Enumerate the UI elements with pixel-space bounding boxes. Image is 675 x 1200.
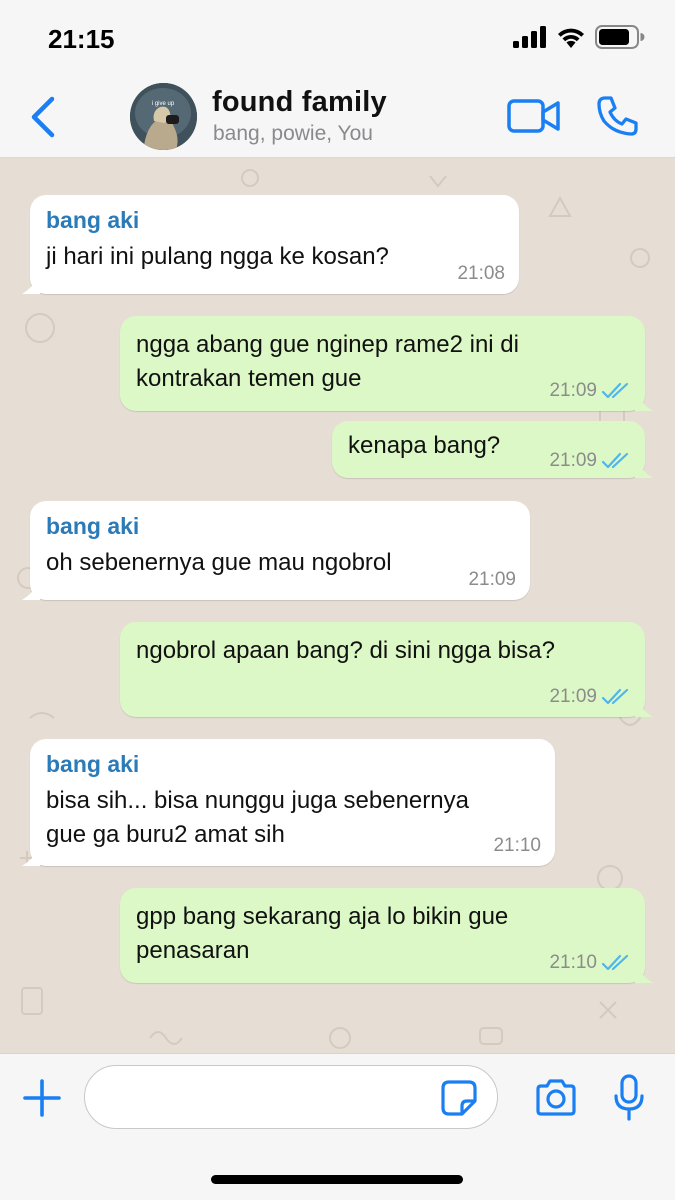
message-outgoing[interactable]: kenapa bang? 21:09 <box>332 421 653 478</box>
bubble-tail <box>635 699 653 717</box>
message-time: 21:09 <box>549 450 597 471</box>
message-meta: 21:09 <box>549 450 631 472</box>
message-meta: 21:08 <box>457 263 505 285</box>
message-text: ngobrol apaan bang? di sini ngga bisa? <box>136 637 556 664</box>
message-time: 21:09 <box>549 380 597 401</box>
message-time: 21:09 <box>468 569 516 590</box>
chat-messages-area[interactable]: bang aki ji hari ini pulang ngga ke kosa… <box>0 158 675 1053</box>
status-icons <box>513 25 645 49</box>
message-meta: 21:09 <box>549 686 631 708</box>
message-time: 21:09 <box>549 686 597 707</box>
bubble-tail <box>635 393 653 411</box>
message-input[interactable] <box>84 1065 498 1129</box>
message-sender: bang aki <box>46 751 140 777</box>
avatar-image: i give up <box>130 83 197 150</box>
bubble-tail <box>22 582 40 600</box>
message-time: 21:08 <box>457 263 505 284</box>
sticker-icon[interactable] <box>440 1079 478 1117</box>
message-incoming[interactable]: bang aki bisa sih... bisa nunggu juga se… <box>22 739 555 866</box>
message-incoming[interactable]: bang aki ji hari ini pulang ngga ke kosa… <box>22 195 519 294</box>
message-text: bisa sih... bisa nunggu juga sebenernya … <box>46 787 469 848</box>
message-outgoing[interactable]: ngobrol apaan bang? di sini ngga bisa? 2… <box>120 622 653 717</box>
message-meta: 21:09 <box>468 569 516 591</box>
message-meta: 21:09 <box>549 380 631 402</box>
message-sender: bang aki <box>46 513 140 539</box>
chevron-left-icon[interactable] <box>26 95 60 139</box>
group-members[interactable]: bang, powie, You <box>213 122 373 146</box>
group-avatar[interactable]: i give up <box>130 83 197 150</box>
message-incoming[interactable]: bang aki oh sebenernya gue mau ngobrol 2… <box>22 501 530 600</box>
chat-header: i give up found family bang, powie, You <box>0 78 675 158</box>
microphone-icon[interactable] <box>613 1074 645 1122</box>
double-check-read-icon <box>601 954 629 971</box>
phone-icon[interactable] <box>596 95 638 137</box>
message-outgoing[interactable]: ngga abang gue nginep rame2 ini di kontr… <box>120 316 653 411</box>
bubble-tail <box>635 965 653 983</box>
message-time: 21:10 <box>549 952 597 973</box>
status-bar: 21:15 <box>0 0 675 78</box>
message-text: ji hari ini pulang ngga ke kosan? <box>46 243 389 270</box>
double-check-read-icon <box>601 688 629 705</box>
camera-icon[interactable] <box>534 1079 578 1117</box>
group-title[interactable]: found family <box>212 86 387 119</box>
double-check-read-icon <box>601 382 629 399</box>
video-camera-icon[interactable] <box>507 98 561 134</box>
wifi-icon <box>558 28 584 48</box>
bubble-tail <box>635 460 653 478</box>
message-outgoing[interactable]: gpp bang sekarang aja lo bikin gue penas… <box>120 888 653 983</box>
status-time: 21:15 <box>48 24 115 54</box>
message-time: 21:10 <box>493 835 541 856</box>
double-check-read-icon <box>601 452 629 469</box>
message-meta: 21:10 <box>549 952 631 974</box>
message-composer <box>0 1053 675 1200</box>
plus-icon[interactable] <box>22 1078 62 1118</box>
message-sender: bang aki <box>46 207 140 233</box>
bubble-tail <box>22 276 40 294</box>
avatar-text: i give up <box>152 101 175 107</box>
home-indicator[interactable] <box>211 1175 463 1184</box>
battery-icon <box>595 25 645 49</box>
cellular-signal-icon <box>513 26 546 48</box>
message-text: oh sebenernya gue mau ngobrol <box>46 549 392 576</box>
message-meta: 21:10 <box>493 835 541 857</box>
bubble-tail <box>22 848 40 866</box>
